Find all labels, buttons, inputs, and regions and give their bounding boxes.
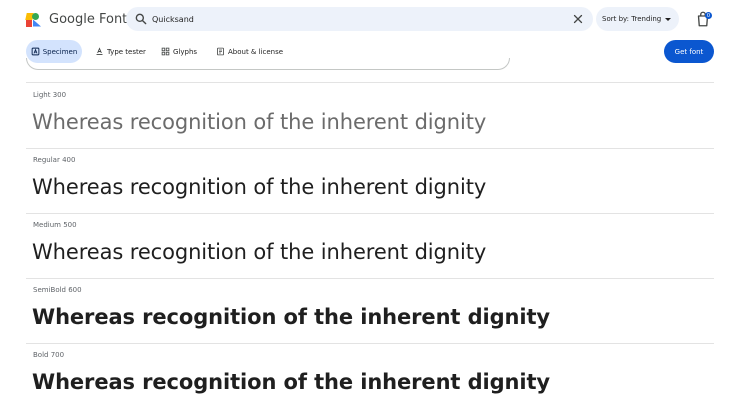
article-icon [217, 47, 224, 56]
style-label: Regular 400 [33, 156, 76, 164]
specimen-icon [31, 47, 40, 56]
style-label: Light 300 [33, 91, 67, 99]
google-fonts-logo-icon [25, 12, 42, 27]
search-bar[interactable] [126, 7, 593, 31]
sample-text-regular[interactable]: Whereas recognition of the inherent dign… [32, 175, 486, 199]
divider [26, 343, 714, 344]
tab-label: About & license [228, 47, 284, 56]
tab-label: Specimen [42, 47, 78, 56]
search-input[interactable] [152, 10, 552, 28]
logo-text: Google Fonts [49, 12, 135, 27]
sample-text-bold[interactable]: Whereas recognition of the inherent dign… [32, 370, 550, 394]
search-icon [135, 13, 147, 25]
caret-down-icon [665, 17, 672, 21]
divider [26, 213, 714, 214]
glyphs-icon [161, 47, 170, 56]
divider [26, 278, 714, 279]
sort-label: Sort by: Trending [602, 15, 662, 23]
style-label: Bold 700 [33, 351, 65, 359]
sort-dropdown[interactable]: Sort by: Trending [596, 7, 679, 31]
sample-text-semibold[interactable]: Whereas recognition of the inherent dign… [32, 305, 550, 329]
cart-count-badge: 0 [705, 12, 712, 19]
close-icon[interactable] [571, 12, 585, 26]
get-font-button[interactable]: Get font [664, 40, 714, 63]
sample-text-light[interactable]: Whereas recognition of the inherent dign… [32, 110, 486, 134]
tab-label: Glyphs [173, 47, 198, 56]
collapsed-panel-edge [26, 58, 510, 70]
sample-text-medium[interactable]: Whereas recognition of the inherent dign… [32, 240, 486, 264]
style-label: SemiBold 600 [33, 286, 82, 294]
type-tester-icon [96, 47, 103, 55]
style-label: Medium 500 [33, 221, 77, 229]
divider [26, 82, 714, 83]
divider [26, 148, 714, 149]
google-fonts-logo[interactable]: Google Fonts [25, 12, 135, 27]
tab-label: Type tester [107, 47, 146, 56]
